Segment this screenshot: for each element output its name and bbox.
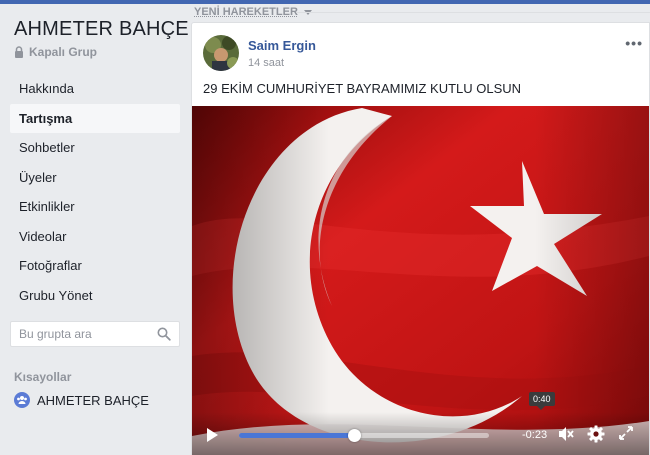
shortcut-label: AHMETER BAHÇE (37, 392, 149, 408)
more-options-button[interactable]: ••• (625, 35, 643, 51)
shortcut-item-group[interactable]: AHMETER BAHÇE (14, 392, 149, 408)
nav-item-about[interactable]: Hakkında (10, 74, 180, 104)
nav-item-events[interactable]: Etkinlikler (10, 192, 180, 222)
flag-image (192, 106, 649, 455)
nav-item-videos[interactable]: Videolar (10, 222, 180, 252)
video-progress-fill (239, 433, 354, 438)
play-icon[interactable] (207, 428, 218, 442)
post-text: 29 EKİM CUMHURİYET BAYRAMIMIZ KUTLU OLSU… (203, 81, 522, 96)
group-privacy: Kapalı Grup (14, 45, 97, 59)
fullscreen-icon[interactable] (618, 425, 634, 441)
hover-time-tooltip: 0:40 (529, 392, 555, 410)
nav-item-photos[interactable]: Fotoğraflar (10, 251, 180, 281)
mute-icon[interactable] (557, 425, 575, 443)
shortcuts-heading: Kısayollar (14, 370, 72, 384)
nav-item-chats[interactable]: Sohbetler (10, 133, 180, 163)
post-timestamp[interactable]: 14 saat (248, 57, 284, 69)
group-title[interactable]: AHMETER BAHÇE (14, 18, 189, 41)
top-bar (0, 0, 650, 4)
video-controls: 0:40 -0:23 (192, 392, 649, 455)
group-nav: Hakkında Tartışma Sohbetler Üyeler Etkin… (10, 74, 180, 310)
post-card: Saim Ergin 14 saat ••• 29 EKİM CUMHURİYE… (191, 22, 650, 455)
time-remaining: -0:23 (522, 429, 548, 441)
post-author[interactable]: Saim Ergin (248, 38, 316, 53)
avatar[interactable] (203, 35, 239, 71)
nav-item-members[interactable]: Üyeler (10, 163, 180, 193)
group-search (10, 321, 180, 347)
group-search-input[interactable] (19, 327, 149, 341)
group-privacy-label: Kapalı Grup (29, 45, 98, 59)
nav-item-manage-group[interactable]: Grubu Yönet (10, 281, 180, 311)
divider (296, 12, 650, 13)
video-scrubber-handle[interactable] (348, 429, 361, 442)
gear-icon[interactable] (587, 425, 605, 443)
nav-item-discussion[interactable]: Tartışma (10, 103, 180, 133)
search-icon[interactable] (157, 327, 171, 341)
lock-icon (15, 46, 23, 58)
feed-sort-dropdown[interactable]: YENİ HAREKETLER (194, 6, 312, 18)
video-player[interactable]: 0:40 -0:23 (192, 106, 649, 455)
group-icon (14, 392, 30, 408)
feed-sort-label: YENİ HAREKETLER (194, 6, 298, 18)
video-progress-bar[interactable] (239, 429, 489, 442)
